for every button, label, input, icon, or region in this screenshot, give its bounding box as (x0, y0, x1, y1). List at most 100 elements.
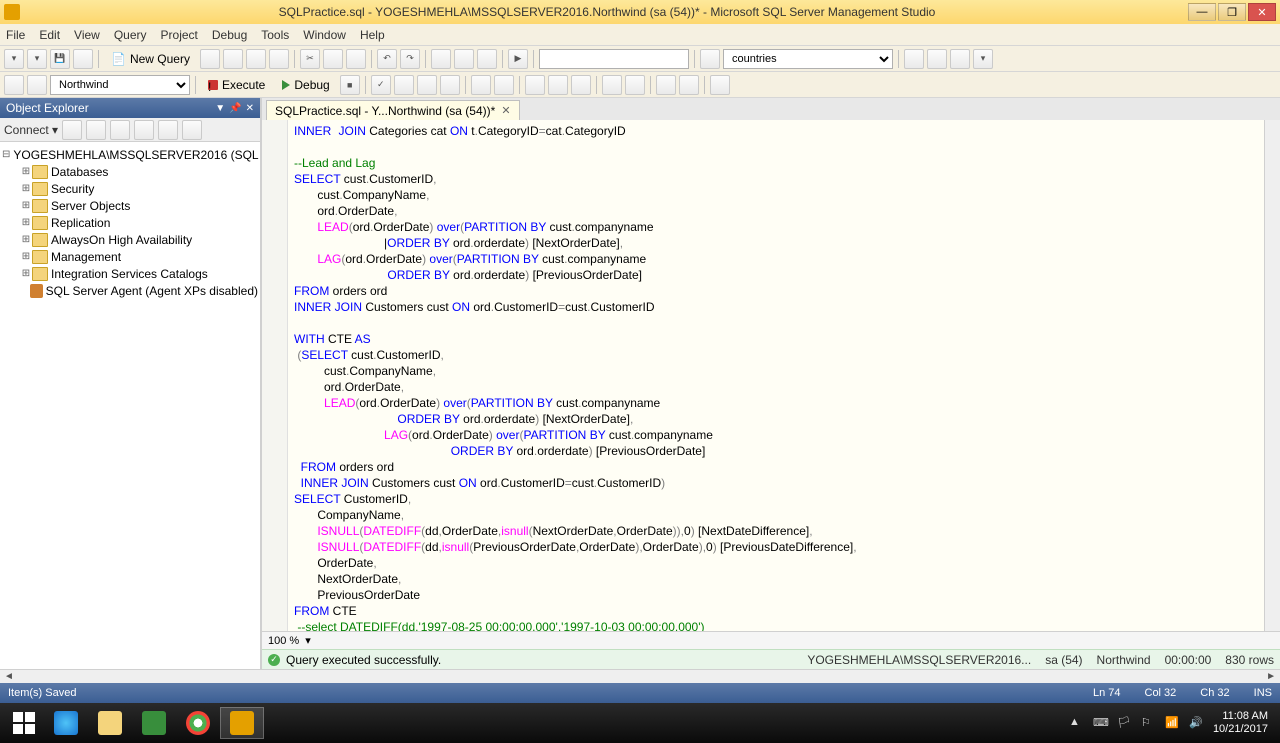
filter-icon[interactable] (134, 120, 154, 140)
toolbar-icon[interactable] (710, 75, 730, 95)
outdent-icon[interactable] (679, 75, 699, 95)
stop-icon[interactable]: ■ (340, 75, 360, 95)
scroll-left-icon[interactable]: ◄ (4, 671, 14, 682)
toolbar-icon[interactable] (571, 75, 591, 95)
tab-sqlpractice[interactable]: SQLPractice.sql - Y...Northwind (sa (54)… (266, 100, 520, 120)
tree-folder[interactable]: ⊞Management (20, 248, 258, 265)
menu-view[interactable]: View (74, 28, 100, 42)
paste-icon[interactable] (346, 49, 366, 69)
toolbar-icon[interactable] (27, 75, 47, 95)
cut-icon[interactable]: ✂ (300, 49, 320, 69)
taskbar-store[interactable] (132, 707, 176, 739)
toolbar-icon[interactable] (110, 120, 130, 140)
toolbar-icon[interactable] (494, 75, 514, 95)
tray-icon[interactable]: ⚐ (1141, 716, 1155, 730)
connect-button[interactable]: Connect ▾ (4, 123, 58, 137)
save-all-icon[interactable] (73, 49, 93, 69)
toolbar-icon[interactable] (182, 120, 202, 140)
maximize-button[interactable]: ❐ (1218, 3, 1246, 21)
pin-icon[interactable]: 📌 (229, 103, 241, 114)
toolbar-icon[interactable] (525, 75, 545, 95)
volume-icon[interactable]: 🔊 (1189, 716, 1203, 730)
menu-query[interactable]: Query (114, 28, 147, 42)
menu-help[interactable]: Help (360, 28, 385, 42)
start-button[interactable] (4, 707, 44, 739)
toolbar-icon[interactable] (62, 120, 82, 140)
close-panel-icon[interactable]: ✕ (246, 103, 254, 114)
close-button[interactable]: ✕ (1248, 3, 1276, 21)
taskbar-ie[interactable] (44, 707, 88, 739)
toolbar-icon[interactable] (477, 49, 497, 69)
tree-folder[interactable]: ⊞AlwaysOn High Availability (20, 231, 258, 248)
redo-icon[interactable]: ↷ (400, 49, 420, 69)
toolbar-icon[interactable] (454, 49, 474, 69)
object-explorer-tree[interactable]: ⊟ YOGESHMEHLA\MSSQLSERVER2016 (SQL ⊞Data… (0, 142, 260, 669)
toolbar-icon[interactable] (471, 75, 491, 95)
taskbar-files[interactable] (88, 707, 132, 739)
execute-button[interactable]: ! Execute (201, 75, 272, 95)
undo-icon[interactable]: ↶ (377, 49, 397, 69)
uncomment-icon[interactable] (625, 75, 645, 95)
menu-edit[interactable]: Edit (39, 28, 60, 42)
minimize-button[interactable]: — (1188, 3, 1216, 21)
toolbar-icon[interactable]: ▾ (973, 49, 993, 69)
toolbar-icon[interactable] (904, 49, 924, 69)
tree-folder[interactable]: ⊞Security (20, 180, 258, 197)
code-content[interactable]: INNER JOIN Categories cat ON t.CategoryI… (288, 120, 1264, 631)
tray-icon[interactable]: 🏳 (1117, 716, 1131, 730)
find-combo[interactable] (539, 49, 689, 69)
zoom-value[interactable]: 100 % (268, 635, 299, 647)
sql-agent-node[interactable]: SQL Server Agent (Agent XPs disabled) (20, 282, 258, 299)
scroll-right-icon[interactable]: ► (1266, 671, 1276, 682)
menu-window[interactable]: Window (303, 28, 346, 42)
taskbar-chrome[interactable] (176, 707, 220, 739)
toolbar-icon[interactable] (223, 49, 243, 69)
toolbar-icon[interactable] (86, 120, 106, 140)
tree-folder[interactable]: ⊞Server Objects (20, 197, 258, 214)
toolbar-icon[interactable] (200, 49, 220, 69)
menu-tools[interactable]: Tools (261, 28, 289, 42)
network-icon[interactable]: 📶 (1165, 716, 1179, 730)
open-icon[interactable]: ▾ (27, 49, 47, 69)
dropdown-icon[interactable]: ▼ (215, 103, 225, 114)
toolbar-icon[interactable] (417, 75, 437, 95)
play-icon[interactable]: ▶ (508, 49, 528, 69)
tree-folder[interactable]: ⊞Replication (20, 214, 258, 231)
toolbar-icon[interactable] (431, 49, 451, 69)
menu-debug[interactable]: Debug (212, 28, 247, 42)
vertical-scrollbar[interactable] (1264, 120, 1280, 631)
show-hidden-icon[interactable]: ▲ (1069, 716, 1083, 730)
debug-button[interactable]: Debug (275, 75, 336, 95)
tree-folder[interactable]: ⊞Integration Services Catalogs (20, 265, 258, 282)
toolbar-icon[interactable] (269, 49, 289, 69)
save-icon[interactable]: 💾 (50, 49, 70, 69)
menu-project[interactable]: Project (161, 28, 198, 42)
refresh-icon[interactable] (158, 120, 178, 140)
horizontal-scroll-strip[interactable]: ◄ ► (0, 669, 1280, 683)
new-project-icon[interactable]: ▾ (4, 49, 24, 69)
new-query-button[interactable]: 📄 New Query (104, 49, 197, 69)
copy-icon[interactable] (323, 49, 343, 69)
toolbar-icon[interactable] (950, 49, 970, 69)
toolbar-icon[interactable] (548, 75, 568, 95)
indent-icon[interactable] (656, 75, 676, 95)
toolbar-icon[interactable] (927, 49, 947, 69)
code-editor[interactable]: INNER JOIN Categories cat ON t.CategoryI… (262, 120, 1280, 631)
close-tab-icon[interactable]: ✕ (501, 104, 510, 117)
database-list-combo[interactable]: countries (723, 49, 893, 69)
toolbar-icon[interactable] (440, 75, 460, 95)
server-node[interactable]: ⊟ YOGESHMEHLA\MSSQLSERVER2016 (SQL (2, 146, 258, 163)
toolbar-icon[interactable] (700, 49, 720, 69)
keyboard-icon[interactable]: ⌨ (1093, 716, 1107, 730)
toolbar-icon[interactable] (394, 75, 414, 95)
toolbar-icon[interactable] (4, 75, 24, 95)
menu-file[interactable]: File (6, 28, 25, 42)
zoom-dropdown-icon[interactable]: ▾ (305, 634, 311, 647)
comment-icon[interactable] (602, 75, 622, 95)
available-db-combo[interactable]: Northwind (50, 75, 190, 95)
clock[interactable]: 11:08 AM 10/21/2017 (1213, 710, 1268, 736)
parse-icon[interactable]: ✓ (371, 75, 391, 95)
taskbar-ssms[interactable] (220, 707, 264, 739)
toolbar-icon[interactable] (246, 49, 266, 69)
tree-folder[interactable]: ⊞Databases (20, 163, 258, 180)
